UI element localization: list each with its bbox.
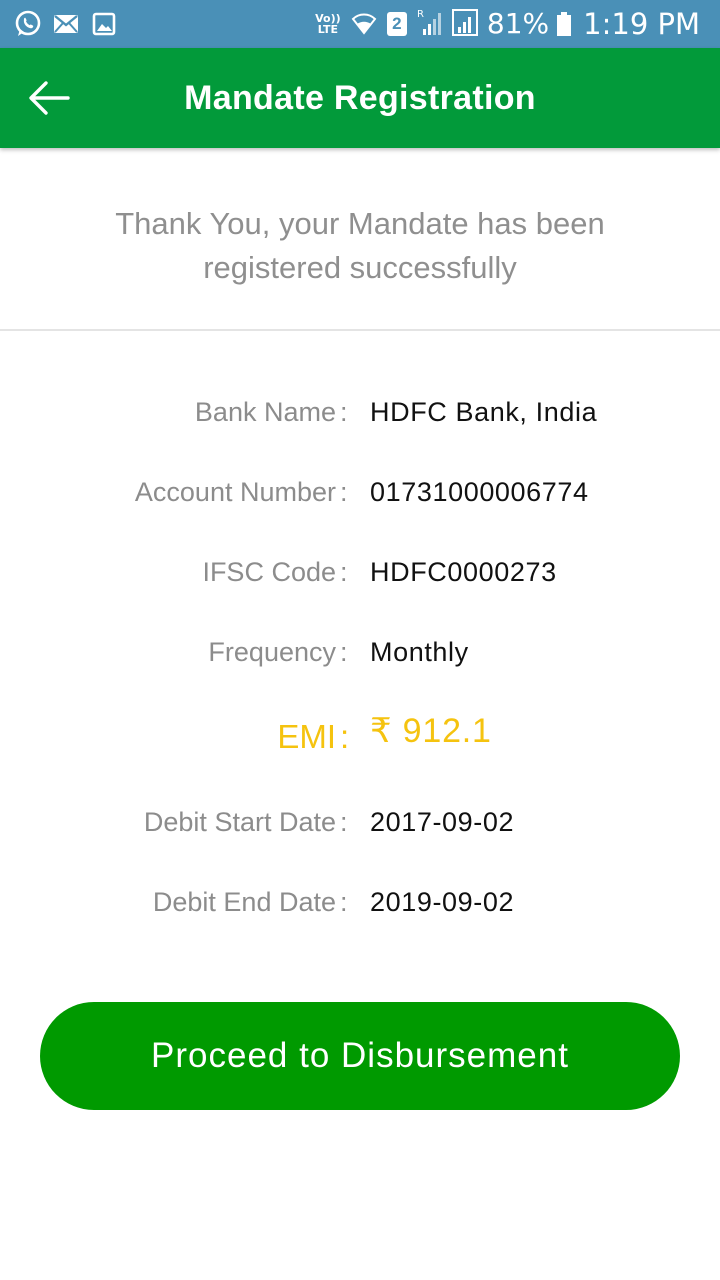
success-message: Thank You, your Mandate has been registe… [60,202,660,290]
lte-label: LTE [317,23,339,36]
separator: : [340,397,348,427]
ifsc-code-row: IFSC Code : HDFC0000273 [0,532,720,612]
debit-end-date-label: Debit End Date [152,887,336,917]
status-bar: Vo)) LTE 2 R 81% 1:19 PM [0,0,720,48]
notification-icons [14,8,118,40]
gallery-icon [90,10,118,38]
divider [0,329,720,331]
bank-name-label: Bank Name [194,397,336,427]
back-button[interactable] [22,73,76,123]
bank-name-row: Bank Name : HDFC Bank, India [0,372,720,452]
bank-name-value: HDFC Bank, India [370,397,598,427]
wifi-icon [349,8,379,41]
separator: : [340,887,348,917]
emi-row: EMI : ₹ 912.1 [0,692,720,782]
email-icon [52,10,80,38]
signal-icon [451,7,479,42]
roaming-label: R [417,9,424,20]
success-message-line2: registered successfully [203,250,517,285]
ifsc-code-value: HDFC0000273 [370,557,557,587]
app-bar: Mandate Registration [0,48,720,148]
account-number-value: 01731000006774 [370,477,589,507]
proceed-to-disbursement-button[interactable]: Proceed to Disbursement [40,1002,680,1110]
success-message-line1: Thank You, your Mandate has been [115,206,605,241]
ifsc-code-label: IFSC Code [202,557,336,587]
separator: : [340,637,348,667]
frequency-row: Frequency : Monthly [0,612,720,692]
debit-start-date-label: Debit Start Date [143,807,336,837]
signal-roaming-icon: R [415,7,443,42]
debit-start-date-row: Debit Start Date : 2017-09-02 [0,782,720,862]
sim-slot-badge: 2 [386,12,407,36]
debit-end-date-value: 2019-09-02 [370,887,515,917]
separator: : [340,718,350,755]
whatsapp-icon [14,10,42,38]
volte-indicator: Vo)) LTE [315,13,341,35]
account-number-row: Account Number : 01731000006774 [0,452,720,532]
battery-icon [557,12,572,36]
status-time: 1:19 PM [583,7,700,41]
separator: : [340,477,348,507]
account-number-label: Account Number [134,477,336,507]
arrow-left-icon [29,81,70,115]
separator: : [340,807,348,837]
frequency-label: Frequency [208,637,336,667]
debit-end-date-row: Debit End Date : 2019-09-02 [0,862,720,942]
emi-label: EMI [277,718,336,755]
page-title: Mandate Registration [184,79,536,117]
emi-value: ₹ 912.1 [370,712,492,750]
system-icons: Vo)) LTE 2 R 81% 1:19 PM [315,6,700,42]
separator: : [340,557,348,587]
frequency-value: Monthly [370,637,469,667]
battery-percent: 81% [486,7,550,40]
mandate-details: Bank Name : HDFC Bank, India Account Num… [0,372,720,942]
debit-start-date-value: 2017-09-02 [370,807,515,837]
